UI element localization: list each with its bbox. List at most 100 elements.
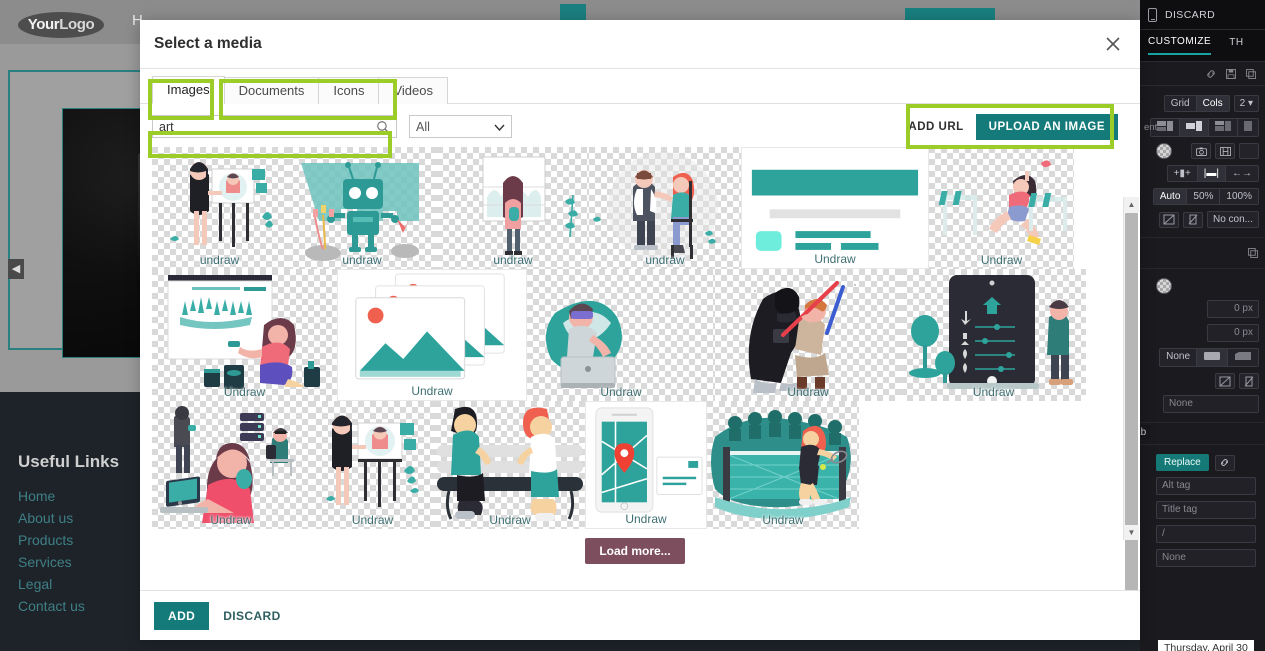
link-icon[interactable] bbox=[1205, 68, 1217, 80]
media-scrollbar[interactable]: ▲ ▼ bbox=[1123, 197, 1139, 590]
upload-image-button[interactable]: UPLOAD AN IMAGE bbox=[975, 113, 1118, 140]
no-effect-icon[interactable] bbox=[1215, 373, 1235, 389]
tab-videos[interactable]: Videos bbox=[378, 77, 448, 104]
expand-icon[interactable]: ←→ bbox=[1226, 166, 1258, 181]
film-icon[interactable] bbox=[1215, 143, 1235, 159]
spacing-segmented[interactable]: +▮+ |▬| ←→ bbox=[1166, 165, 1259, 182]
media-item[interactable]: Undraw bbox=[152, 401, 310, 529]
footer-link-services[interactable]: Services bbox=[18, 554, 85, 570]
media-item[interactable]: undraw bbox=[152, 147, 287, 269]
load-more-button[interactable]: Load more... bbox=[585, 538, 685, 564]
map-pin-phone-art bbox=[595, 407, 703, 513]
search-input-wrapper[interactable] bbox=[152, 115, 397, 138]
size-50[interactable]: 50% bbox=[1187, 189, 1221, 204]
size-auto[interactable]: Auto bbox=[1153, 189, 1188, 204]
size-segmented[interactable]: Auto 50% 100% bbox=[1152, 188, 1259, 205]
no-fill-icon[interactable] bbox=[1182, 211, 1203, 228]
add-url-button[interactable]: ADD URL bbox=[896, 114, 975, 140]
painter-easel-art bbox=[170, 162, 273, 247]
close-icon[interactable] bbox=[1100, 31, 1126, 57]
footer-link-contact[interactable]: Contact us bbox=[18, 598, 85, 614]
tab-images[interactable]: Images bbox=[152, 76, 225, 104]
center-icon[interactable]: |▬| bbox=[1197, 166, 1226, 181]
media-grid-area: undraw undraw undraw undraw Undraw Undra… bbox=[140, 147, 1140, 590]
painting-board-art bbox=[167, 275, 320, 389]
duplicate-layer-icon[interactable] bbox=[1247, 247, 1259, 259]
media-item[interactable]: undraw bbox=[437, 147, 589, 269]
footer-link-about[interactable]: About us bbox=[18, 510, 85, 526]
tab-documents[interactable]: Documents bbox=[223, 77, 320, 104]
duplicate-icon[interactable] bbox=[1245, 68, 1257, 80]
alt-tag-field[interactable]: Alt tag bbox=[1156, 477, 1256, 495]
cols-value-dropdown[interactable]: 2 ▾ bbox=[1233, 95, 1259, 112]
alignment-segmented[interactable] bbox=[1150, 118, 1259, 137]
phone-icon[interactable] bbox=[1148, 7, 1157, 22]
carousel-prev-icon[interactable]: ◀ bbox=[8, 259, 24, 279]
type-filter-select[interactable]: All bbox=[409, 115, 512, 138]
shadow-color-swatch[interactable] bbox=[1156, 278, 1172, 294]
discard-button[interactable]: DISCARD bbox=[223, 609, 280, 623]
media-item[interactable]: Undraw bbox=[435, 401, 585, 529]
footer-link-products[interactable]: Products bbox=[18, 532, 85, 548]
media-actions: ADD URL UPLOAD AN IMAGE bbox=[896, 113, 1140, 140]
media-item[interactable]: Undraw bbox=[741, 147, 929, 269]
media-item[interactable]: Undraw bbox=[929, 147, 1074, 269]
no-filter-icon[interactable] bbox=[1239, 373, 1259, 389]
color-swatch[interactable] bbox=[1156, 143, 1172, 159]
search-icon[interactable] bbox=[376, 120, 390, 134]
contain-dropdown[interactable]: No con... bbox=[1206, 211, 1259, 228]
align-option-2[interactable] bbox=[1180, 119, 1209, 136]
replace-row: Replace bbox=[1140, 451, 1265, 474]
link-image-icon[interactable] bbox=[1214, 454, 1235, 471]
save-icon[interactable] bbox=[1225, 68, 1237, 80]
tab-theme[interactable]: TH bbox=[1229, 37, 1243, 54]
url-field[interactable]: / bbox=[1156, 525, 1256, 543]
panel-duplicate-section bbox=[1140, 238, 1265, 269]
media-item[interactable]: Undraw bbox=[707, 401, 859, 529]
offset-x-field[interactable]: 0 px bbox=[1207, 300, 1259, 318]
media-item[interactable]: Undraw bbox=[337, 269, 527, 401]
shadow-preset-field[interactable]: None bbox=[1163, 395, 1259, 413]
footer-link-home[interactable]: Home bbox=[18, 488, 85, 504]
tab-icons[interactable]: Icons bbox=[318, 77, 380, 104]
size-100[interactable]: 100% bbox=[1220, 189, 1258, 204]
media-item[interactable]: Undraw bbox=[152, 269, 337, 401]
media-caption: undraw bbox=[199, 253, 240, 267]
media-item[interactable]: Undraw bbox=[901, 269, 1086, 401]
border-none-option[interactable]: None bbox=[1160, 349, 1197, 366]
cols-button[interactable]: Cols bbox=[1196, 96, 1229, 111]
align-option-4[interactable] bbox=[1238, 119, 1258, 136]
border-outset-icon[interactable] bbox=[1228, 349, 1258, 366]
bench-couple-art bbox=[437, 406, 583, 521]
target-field[interactable]: None bbox=[1156, 549, 1256, 567]
no-repeat-icon[interactable] bbox=[1158, 211, 1179, 228]
tab-customize[interactable]: CUSTOMIZE bbox=[1148, 36, 1212, 55]
caret-down-icon[interactable]: ▼ bbox=[1124, 525, 1139, 540]
media-item[interactable]: undraw bbox=[287, 147, 437, 269]
media-item[interactable]: Undraw bbox=[310, 401, 435, 529]
offset-y-field[interactable]: 0 px bbox=[1207, 324, 1259, 342]
site-logo[interactable]: YourLogo bbox=[18, 12, 104, 38]
border-inset-icon[interactable] bbox=[1197, 349, 1228, 366]
spacing-row: +▮+ |▬| ←→ bbox=[1140, 162, 1265, 185]
chevron-down-icon bbox=[494, 120, 505, 134]
grid-button[interactable]: Grid bbox=[1164, 96, 1197, 111]
media-item[interactable]: Undraw bbox=[585, 401, 707, 529]
camera-icon[interactable] bbox=[1191, 143, 1211, 159]
grid-cols-segmented[interactable]: Grid Cols bbox=[1163, 95, 1230, 112]
load-more-wrapper: Load more... bbox=[152, 529, 1118, 573]
border-segmented[interactable]: None bbox=[1159, 348, 1259, 367]
media-item[interactable]: undraw bbox=[589, 147, 741, 269]
media-item[interactable]: Undraw bbox=[527, 269, 715, 401]
title-tag-field[interactable]: Title tag bbox=[1156, 501, 1256, 519]
replace-button[interactable]: Replace bbox=[1156, 454, 1209, 471]
search-input[interactable] bbox=[159, 119, 376, 134]
panel-discard-button[interactable]: DISCARD bbox=[1165, 9, 1215, 21]
media-more-icon[interactable] bbox=[1239, 143, 1259, 159]
footer-link-legal[interactable]: Legal bbox=[18, 576, 85, 592]
add-button[interactable]: ADD bbox=[154, 601, 210, 630]
shrink-icon[interactable]: +▮+ bbox=[1167, 166, 1198, 181]
media-item[interactable]: Undraw bbox=[715, 269, 901, 401]
align-option-3[interactable] bbox=[1209, 119, 1238, 136]
caret-up-icon[interactable]: ▲ bbox=[1124, 197, 1139, 212]
